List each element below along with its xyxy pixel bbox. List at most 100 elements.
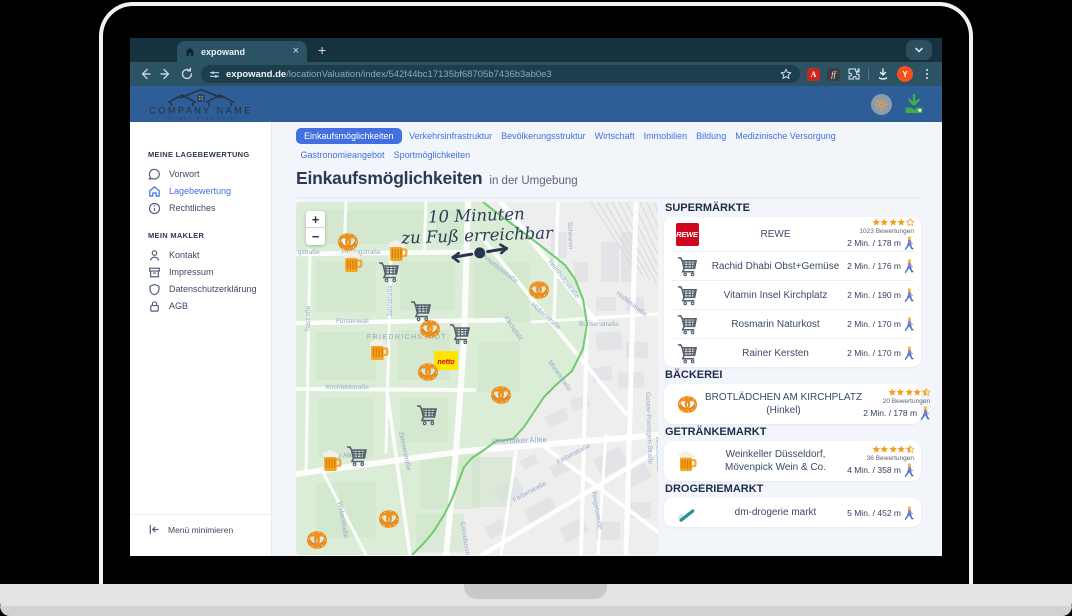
poi-row[interactable]: BROTLÄDCHEN AM KIRCHPLATZ(Hinkel)20 Bewe… — [671, 384, 914, 424]
panel-card: Weinkeller Düsseldorf,Mövenpick Wein & C… — [664, 441, 921, 481]
star-filled-icon — [880, 445, 889, 454]
collapse-icon — [148, 523, 161, 536]
sidebar-item-impressum[interactable]: Impressum — [148, 266, 271, 278]
site-settings-icon[interactable] — [209, 69, 220, 80]
poi-info: 2 Min. / 190 m — [848, 288, 914, 302]
laptop-base-lip — [0, 606, 1072, 616]
sidebar-item-lagebewertung[interactable]: Lagebewertung — [148, 185, 271, 197]
fonts-extension-icon[interactable]: ff — [827, 68, 840, 81]
browser-profile-avatar[interactable]: Y — [897, 66, 913, 82]
toothbrush-icon — [677, 503, 697, 523]
nav-tab-sportm-glichkeiten[interactable]: Sportmöglichkeiten — [389, 147, 475, 163]
downloads-button[interactable] — [876, 67, 890, 81]
sidebar-item-label: Rechtliches — [169, 203, 216, 213]
nav-tab-wirtschaft[interactable]: Wirtschaft — [590, 128, 639, 144]
svg-text:netto: netto — [437, 359, 455, 366]
walking-person-icon — [904, 346, 914, 360]
poi-distance: 5 Min. / 452 m — [847, 506, 914, 520]
poi-name: Rosmarin Naturkost — [703, 318, 848, 331]
browser-tabstrip: expowand × + — [130, 38, 942, 62]
panel-section-title: SUPERMÄRKTE — [665, 202, 921, 215]
star-filled-icon — [896, 388, 905, 397]
zoom-in-button[interactable]: + — [306, 211, 325, 228]
poi-info: 2 Min. / 170 m — [848, 317, 914, 331]
report-download-icon[interactable] — [902, 92, 926, 116]
new-tab-button[interactable]: + — [318, 42, 326, 58]
nav-tab-immobilien[interactable]: Immobilien — [639, 128, 692, 144]
reload-button[interactable] — [180, 67, 194, 81]
sidebar-item-agb[interactable]: AGB — [148, 300, 271, 312]
poi-info: 1023 Bewertungen2 Min. / 178 m — [848, 218, 914, 250]
zoom-out-button[interactable]: − — [306, 228, 325, 245]
forward-button[interactable] — [159, 67, 173, 81]
walking-person-icon — [904, 317, 914, 331]
walking-person-icon — [920, 406, 930, 420]
street-label: Fürstenwall — [336, 318, 369, 325]
cart-icon — [676, 313, 699, 336]
chevron-down-icon — [914, 45, 924, 55]
poi-name: Vitamin Insel Kirchplatz — [703, 289, 848, 302]
theme-toggle[interactable] — [871, 94, 892, 115]
street-label: Bunsenstraße — [579, 321, 619, 328]
chat-icon — [148, 168, 161, 181]
bookmark-star-icon[interactable] — [780, 68, 792, 80]
sidebar-section-heading: MEIN MAKLER — [148, 231, 271, 240]
poi-distance: 2 Min. / 178 m — [863, 406, 930, 420]
poi-row[interactable]: Vitamin Insel Kirchplatz2 Min. / 190 m — [671, 280, 914, 309]
star-filled-icon — [872, 218, 881, 227]
svg-text:10 Minuten: 10 Minuten — [428, 204, 525, 226]
lock-icon — [148, 300, 161, 313]
nav-tab-bev-lkerungsstruktur[interactable]: Bevölkerungsstruktur — [497, 128, 591, 144]
walking-person-icon — [904, 236, 914, 250]
map[interactable]: + − — [296, 202, 658, 555]
sidebar-item-vorwort[interactable]: Vorwort — [148, 168, 271, 180]
street-label: Scheuren — [566, 222, 574, 250]
company-logo: COMPANY NAME Slogan Goes Here — [146, 87, 296, 121]
sidebar-item-kontakt[interactable]: Kontakt — [148, 249, 271, 261]
poi-row[interactable]: REWEREWE1023 Bewertungen2 Min. / 178 m — [671, 217, 914, 251]
url-path: /locationValuation/index/542f44bc17135bf… — [286, 69, 552, 80]
browser-tab[interactable]: expowand × — [177, 41, 307, 62]
address-bar[interactable]: expowand.de/locationValuation/index/542f… — [201, 65, 800, 83]
star-filled-icon — [897, 445, 906, 454]
poi-name: REWE — [703, 228, 848, 241]
poi-row[interactable]: Weinkeller Düsseldorf,Mövenpick Wein & C… — [671, 441, 914, 481]
pdf-extension-icon[interactable]: A — [807, 68, 820, 81]
nav-tab-bildung[interactable]: Bildung — [692, 128, 731, 144]
sidebar-item-label: Impressum — [169, 267, 214, 277]
netto-logo-marker[interactable]: netto — [434, 351, 458, 370]
star-filled-icon — [880, 218, 889, 227]
back-button[interactable] — [138, 67, 152, 81]
tab-search-button[interactable] — [906, 40, 932, 60]
nav-tab-verkehrsinfrastruktur[interactable]: Verkehrsinfrastruktur — [405, 128, 497, 144]
sidebar-item-rechtliches[interactable]: Rechtliches — [148, 202, 271, 214]
nav-tab-gastronomieangebot[interactable]: Gastronomieangebot — [296, 147, 389, 163]
sidebar-item-datenschutzerkl-rung[interactable]: Datenschutzerklärung — [148, 283, 271, 295]
svg-text:COMPANY NAME: COMPANY NAME — [149, 106, 253, 116]
poi-name: BROTLÄDCHEN AM KIRCHPLATZ(Hinkel) — [703, 391, 864, 417]
results-panel: SUPERMÄRKTEREWEREWE1023 Bewertungen2 Min… — [664, 202, 921, 555]
sidebar-minimize-button[interactable]: Menü minimieren — [130, 514, 271, 556]
browser-menu-kebab-icon[interactable] — [920, 67, 934, 81]
poi-name: Rainer Kersten — [703, 347, 848, 360]
poi-row[interactable]: Rainer Kersten2 Min. / 170 m — [671, 338, 914, 367]
nav-tab-einkaufsm-glichkeiten[interactable]: Einkaufsmöglichkeiten — [296, 128, 402, 144]
sidebar-item-label: Kontakt — [169, 250, 200, 260]
star-filled-icon — [897, 218, 906, 227]
poi-reviews: 1023 Bewertungen — [859, 228, 914, 235]
poi-row[interactable]: dm-drogerie markt5 Min. / 452 m — [671, 498, 914, 527]
street-label: Oberbilker Allee — [492, 435, 547, 446]
category-nav: EinkaufsmöglichkeitenVerkehrsinfrastrukt… — [296, 128, 861, 163]
tab-close-icon[interactable]: × — [293, 46, 299, 57]
extensions-puzzle-icon[interactable] — [847, 67, 861, 81]
poi-row[interactable]: Rosmarin Naturkost2 Min. / 170 m — [671, 309, 914, 338]
cart-icon — [676, 255, 699, 278]
nav-tab-medizinische-versorgung[interactable]: Medizinische Versorgung — [731, 128, 841, 144]
star-filled-icon — [889, 218, 898, 227]
poi-name: dm-drogerie markt — [703, 506, 848, 519]
street-label: gstraße — [298, 249, 320, 256]
star-rating — [888, 388, 931, 397]
star-filled-icon — [872, 445, 881, 454]
star-rating — [872, 445, 915, 454]
poi-row[interactable]: Rachid Dhabi Obst+Gemüse2 Min. / 176 m — [671, 251, 914, 280]
